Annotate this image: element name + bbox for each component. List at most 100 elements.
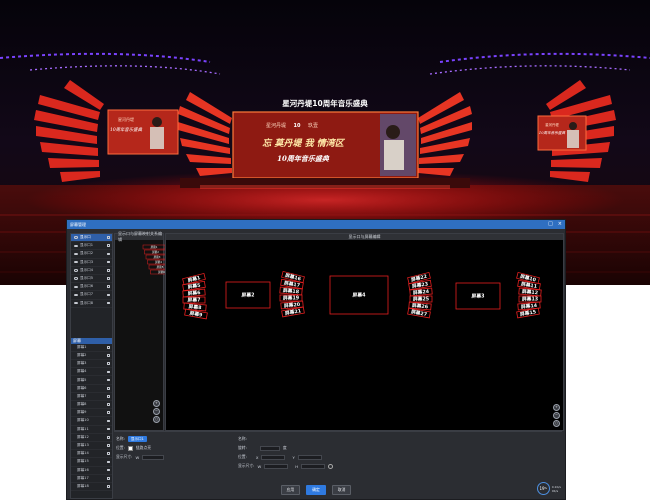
- screen-item[interactable]: 屏幕13: [71, 442, 112, 451]
- screen-big-left[interactable]: 屏幕2: [225, 281, 271, 309]
- lock-icon[interactable]: [107, 468, 110, 472]
- screen-management-dialog: 屏幕管理 □ × 显示口 显示口1 显示口2 显示口3 显示口4 显示口5 显示口6 显示口7…: [66, 219, 566, 500]
- maximize-icon[interactable]: □: [548, 222, 553, 227]
- eye-icon[interactable]: [74, 285, 78, 288]
- lock-icon[interactable]: [107, 285, 110, 289]
- eye-icon[interactable]: [74, 269, 78, 272]
- screen-item[interactable]: 屏幕10: [71, 417, 112, 426]
- lock-icon[interactable]: [107, 370, 110, 374]
- lock-icon[interactable]: [107, 452, 110, 456]
- lock-icon[interactable]: [107, 354, 110, 357]
- cancel-button[interactable]: 取消: [331, 485, 352, 495]
- screen-position-y-label: Y: [292, 454, 295, 460]
- screen-size-w-input[interactable]: [264, 463, 289, 469]
- screen-layout-canvas[interactable]: 屏幕2 屏幕4 屏幕3屏幕1屏幕5屏幕6屏幕7屏幕8屏幕9屏幕16屏幕17屏幕18屏…: [168, 242, 558, 426]
- lock-icon[interactable]: [107, 386, 110, 390]
- screen-item[interactable]: 屏幕7: [71, 393, 112, 401]
- eye-icon[interactable]: [74, 301, 78, 305]
- link-light-checkbox[interactable]: [127, 445, 133, 451]
- mini-screen-label: 屏幕3: [154, 255, 161, 259]
- lock-icon[interactable]: [107, 236, 110, 239]
- screen-item-label: 屏幕12: [77, 434, 89, 439]
- output-item[interactable]: 显示口8: [71, 300, 112, 308]
- screen-item[interactable]: 屏幕8: [71, 401, 112, 410]
- output-item[interactable]: 显示口6: [71, 283, 112, 292]
- screen-name-row: 名称:: [238, 436, 247, 442]
- screen-item[interactable]: 屏幕1: [71, 344, 112, 352]
- screen-size-h-label: H: [295, 463, 299, 469]
- screen-item[interactable]: 屏幕9: [71, 409, 112, 418]
- lock-icon[interactable]: [107, 378, 110, 382]
- screen-left-fan[interactable]: 屏幕7: [182, 296, 206, 304]
- output-item[interactable]: 显示口3: [71, 259, 112, 267]
- ok-button[interactable]: 确定: [306, 485, 326, 495]
- editor-zoom-in-button[interactable]: +: [553, 404, 560, 411]
- lock-icon[interactable]: [107, 293, 110, 297]
- lock-icon[interactable]: [107, 476, 110, 480]
- eye-icon[interactable]: [74, 252, 78, 256]
- output-item[interactable]: 显示口7: [71, 291, 112, 300]
- screen-size-h-input[interactable]: [301, 463, 326, 469]
- screen-position-y-input[interactable]: [297, 454, 322, 460]
- output-item[interactable]: 显示口5: [71, 275, 112, 284]
- screen-item[interactable]: 屏幕3: [71, 360, 112, 369]
- zoom-in-button[interactable]: +: [153, 400, 160, 407]
- screen-position-label: 位置:: [238, 454, 247, 459]
- lock-icon[interactable]: [107, 419, 110, 423]
- screen-item[interactable]: 屏幕15: [71, 458, 112, 467]
- screen-inner-left-fan[interactable]: 屏幕19: [279, 294, 303, 302]
- screen-item[interactable]: 屏幕16: [71, 467, 112, 475]
- screen-item[interactable]: 屏幕17: [71, 475, 112, 483]
- screen-item[interactable]: 屏幕2: [71, 352, 112, 361]
- lock-icon[interactable]: [107, 403, 110, 406]
- zoom-out-button[interactable]: −: [153, 408, 160, 415]
- output-size-w-label: W: [135, 454, 140, 460]
- lock-icon[interactable]: [107, 269, 110, 272]
- screen-right-fan[interactable]: 屏幕13: [518, 295, 542, 303]
- lock-icon[interactable]: [107, 260, 110, 264]
- output-name-value[interactable]: 显示口1: [127, 436, 147, 442]
- lock-icon[interactable]: [107, 277, 110, 280]
- lock-icon[interactable]: [107, 460, 110, 464]
- screen-big-right[interactable]: 屏幕3: [455, 282, 501, 310]
- screen-item[interactable]: 屏幕14: [71, 450, 112, 459]
- eye-icon[interactable]: [74, 293, 78, 297]
- screen-inner-right-fan-label: 屏幕25: [413, 296, 429, 303]
- aspect-lock-icon[interactable]: [328, 463, 334, 469]
- output-item[interactable]: 显示口2: [71, 250, 112, 259]
- editor-zoom-out-button[interactable]: −: [553, 412, 560, 419]
- link-light-label: 链路点亮: [135, 445, 152, 450]
- outputs-header[interactable]: 显示口: [71, 234, 112, 243]
- screen-position-x-input[interactable]: [261, 454, 286, 460]
- zoom-fit-button[interactable]: ○: [153, 416, 160, 423]
- screen-item[interactable]: 屏幕12: [71, 434, 112, 442]
- lock-icon[interactable]: [107, 345, 110, 349]
- output-item[interactable]: 显示口1: [71, 242, 112, 251]
- screen-rotate-input[interactable]: [259, 445, 280, 451]
- eye-icon[interactable]: [74, 277, 78, 280]
- lock-icon[interactable]: [107, 252, 110, 256]
- output-item[interactable]: 显示口4: [71, 267, 112, 275]
- screen-big-center[interactable]: 屏幕4: [329, 275, 389, 315]
- eye-icon[interactable]: [74, 236, 78, 239]
- lock-icon[interactable]: [107, 411, 110, 415]
- apply-button[interactable]: 应用: [280, 485, 301, 495]
- output-size-w-input[interactable]: [142, 454, 165, 460]
- editor-zoom-fit-button[interactable]: ○: [553, 420, 560, 427]
- lock-icon[interactable]: [107, 244, 110, 248]
- right-screen-line2: 10周年音乐盛典: [539, 130, 566, 135]
- lock-icon[interactable]: [107, 427, 110, 431]
- screen-item[interactable]: 屏幕5: [71, 376, 112, 385]
- lock-icon[interactable]: [107, 301, 110, 305]
- eye-icon[interactable]: [74, 260, 78, 264]
- close-icon[interactable]: ×: [558, 222, 562, 227]
- eye-icon[interactable]: [74, 244, 78, 247]
- lock-icon[interactable]: [107, 436, 110, 439]
- lock-icon[interactable]: [107, 444, 110, 447]
- screen-inner-right-fan[interactable]: 屏幕25: [409, 295, 433, 303]
- lock-icon[interactable]: [107, 395, 110, 398]
- screen-item[interactable]: 屏幕6: [71, 385, 112, 393]
- screen-item[interactable]: 屏幕11: [71, 426, 112, 434]
- lock-icon[interactable]: [107, 362, 110, 365]
- screen-item[interactable]: 屏幕4: [71, 368, 112, 377]
